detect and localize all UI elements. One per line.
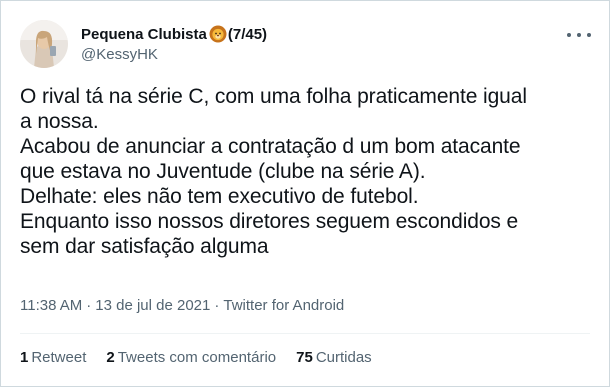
profile-avatar-image bbox=[20, 20, 68, 68]
lion-face-icon bbox=[209, 25, 227, 43]
tweet-time[interactable]: 11:38 AM bbox=[20, 297, 82, 314]
likes-label: Curtidas bbox=[315, 349, 372, 366]
author-handle[interactable]: @KessyHK bbox=[81, 46, 158, 63]
tweet-stats: 1 Retweet 2 Tweets com comentário 75 Curtid… bbox=[20, 349, 392, 366]
tweet-text-line: Enquanto isso nossos diretores seguem es… bbox=[20, 210, 519, 233]
tweet-source[interactable]: Twitter for Android bbox=[223, 297, 344, 314]
tweet-text-line: O rival tá na série C, com uma folha pra… bbox=[20, 85, 527, 108]
tweet-text: O rival tá na série C, com uma folha pra… bbox=[20, 84, 595, 259]
quotes-count: 2 bbox=[106, 349, 115, 366]
tweet-date[interactable]: 13 de jul de 2021 bbox=[95, 297, 210, 314]
likes-count: 75 bbox=[296, 349, 313, 366]
quotes-label: Tweets com comentário bbox=[117, 349, 277, 366]
tweet-card: Pequena Clubista (7/45) @KessyHK O rival… bbox=[0, 0, 610, 387]
author-name-suffix: (7/45) bbox=[227, 25, 268, 43]
meta-separator: · bbox=[214, 297, 220, 314]
quote-tweets-stat[interactable]: 2 Tweets com comentário bbox=[106, 349, 276, 366]
meta-separator: · bbox=[86, 297, 92, 314]
tweet-text-line: a nossa. bbox=[20, 110, 99, 133]
author-display-name[interactable]: Pequena Clubista bbox=[81, 26, 207, 43]
likes-stat[interactable]: 75 Curtidas bbox=[296, 349, 372, 366]
divider bbox=[20, 333, 590, 334]
tweet-meta: 11:38 AM · 13 de jul de 2021 · Twitter f… bbox=[20, 297, 344, 314]
tweet-text-line: Acabou de anunciar a contratação d um bo… bbox=[20, 135, 521, 158]
retweets-stat[interactable]: 1 Retweet bbox=[20, 349, 86, 366]
tweet-text-line: que estava no Juventude (clube na série … bbox=[20, 160, 426, 183]
retweets-count: 1 bbox=[20, 349, 29, 366]
tweet-text-line: Delhate: eles não tem executivo de futeb… bbox=[20, 185, 419, 208]
more-horizontal-icon[interactable] bbox=[567, 27, 591, 43]
avatar[interactable] bbox=[20, 20, 68, 68]
tweet-text-line: sem dar satisfação alguma bbox=[20, 235, 269, 258]
retweets-label: Retweet bbox=[31, 349, 87, 366]
author-name-row[interactable]: Pequena Clubista (7/45) bbox=[81, 25, 267, 43]
